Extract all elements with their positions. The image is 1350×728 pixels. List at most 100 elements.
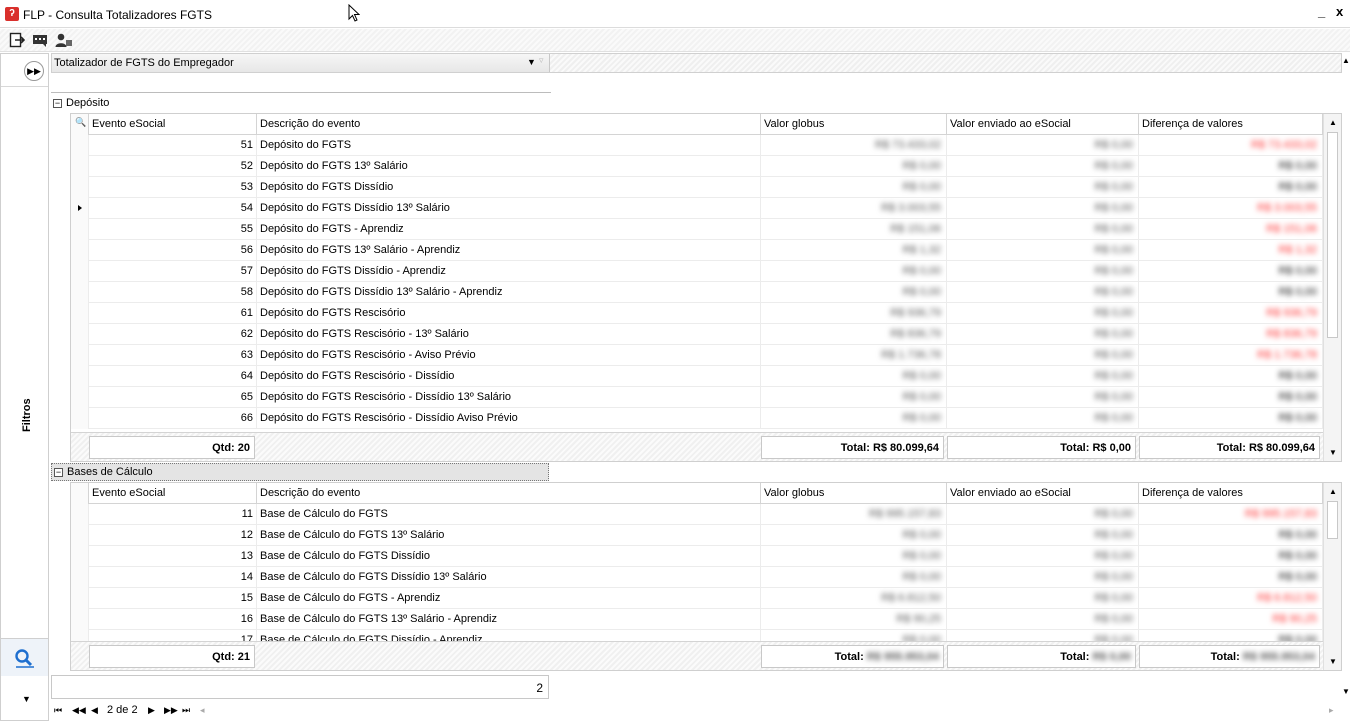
cell-valor-globus[interactable]: R$ 836,79 xyxy=(761,324,947,345)
filter-icon[interactable]: ▿ xyxy=(539,55,544,66)
cell-valor-globus[interactable]: R$ 0,00 xyxy=(761,525,947,546)
col-evento[interactable]: Evento eSocial xyxy=(89,114,257,135)
table-row[interactable]: 63 Depósito do FGTS Rescisório - Aviso Pr… xyxy=(71,345,1323,366)
cell-diferenca[interactable]: R$ 0,00 xyxy=(1139,261,1323,282)
cell-evento[interactable]: 55 xyxy=(89,219,257,240)
cell-evento[interactable]: 62 xyxy=(89,324,257,345)
table-row[interactable]: 53 Depósito do FGTS Dissídio R$ 0,00 R$ 0,0… xyxy=(71,177,1323,198)
cell-descricao[interactable]: Depósito do FGTS Rescisório xyxy=(257,303,761,324)
cell-descricao[interactable]: Depósito do FGTS 13º Salário - Aprendiz xyxy=(257,240,761,261)
bases-section-header[interactable]: − Bases de Cálculo xyxy=(51,463,549,481)
table-row[interactable]: 54 Depósito do FGTS Dissídio 13º Salário R… xyxy=(71,198,1323,219)
row-indicator[interactable] xyxy=(71,282,89,303)
cell-valor-globus[interactable]: R$ 936,79 xyxy=(761,303,947,324)
cell-descricao[interactable]: Base de Cálculo do FGTS xyxy=(257,504,761,525)
row-indicator[interactable] xyxy=(71,156,89,177)
cell-diferenca[interactable]: R$ 1.736,78 xyxy=(1139,345,1323,366)
row-indicator[interactable] xyxy=(71,303,89,324)
cell-valor-globus[interactable]: R$ 0,00 xyxy=(761,567,947,588)
row-indicator[interactable] xyxy=(71,198,89,219)
cell-diferenca[interactable]: R$ 936,79 xyxy=(1139,303,1323,324)
cell-diferenca[interactable]: R$ 0,00 xyxy=(1139,408,1323,429)
cell-valor-enviado[interactable]: R$ 0,00 xyxy=(947,261,1139,282)
cell-diferenca[interactable]: R$ 0,00 xyxy=(1139,366,1323,387)
row-indicator[interactable] xyxy=(71,408,89,429)
cell-descricao[interactable]: Base de Cálculo do FGTS Dissídio xyxy=(257,546,761,567)
cell-evento[interactable]: 58 xyxy=(89,282,257,303)
cell-valor-globus[interactable]: R$ 151,06 xyxy=(761,219,947,240)
cell-valor-enviado[interactable]: R$ 0,00 xyxy=(947,546,1139,567)
prev-page-icon[interactable]: ◀ xyxy=(91,705,98,716)
row-indicator[interactable] xyxy=(71,261,89,282)
row-indicator[interactable] xyxy=(71,177,89,198)
cell-evento[interactable]: 57 xyxy=(89,261,257,282)
cell-evento[interactable]: 53 xyxy=(89,177,257,198)
cell-descricao[interactable]: Depósito do FGTS Dissídio 13º Salário xyxy=(257,198,761,219)
cell-valor-enviado[interactable]: R$ 0,00 xyxy=(947,282,1139,303)
cell-valor-enviado[interactable]: R$ 0,00 xyxy=(947,366,1139,387)
cell-diferenca[interactable]: R$ 836,79 xyxy=(1139,324,1323,345)
table-row[interactable]: 55 Depósito do FGTS - Aprendiz R$ 151,06 R$… xyxy=(71,219,1323,240)
col-descricao[interactable]: Descrição do evento xyxy=(257,483,761,504)
cell-diferenca[interactable]: R$ 0,00 xyxy=(1139,546,1323,567)
cell-diferenca[interactable]: R$ 0,00 xyxy=(1139,282,1323,303)
cell-evento[interactable]: 13 xyxy=(89,546,257,567)
table-row[interactable]: 58 Depósito do FGTS Dissídio 13º Salário … xyxy=(71,282,1323,303)
cell-diferenca[interactable]: R$ 151,06 xyxy=(1139,219,1323,240)
cell-valor-enviado[interactable]: R$ 0,00 xyxy=(947,303,1139,324)
cell-evento[interactable]: 65 xyxy=(89,387,257,408)
row-indicator[interactable] xyxy=(71,609,89,630)
cell-evento[interactable]: 61 xyxy=(89,303,257,324)
cell-valor-globus[interactable]: R$ 1.736,78 xyxy=(761,345,947,366)
dropdown-arrow-icon[interactable]: ▼ xyxy=(527,57,536,67)
close-button[interactable]: x xyxy=(1336,4,1343,19)
cell-descricao[interactable]: Depósito do FGTS Rescisório - Aviso Prév… xyxy=(257,345,761,366)
cell-diferenca[interactable]: R$ 73.433,02 xyxy=(1139,135,1323,156)
cell-valor-enviado[interactable]: R$ 0,00 xyxy=(947,408,1139,429)
cell-evento[interactable]: 52 xyxy=(89,156,257,177)
collapse-icon[interactable]: − xyxy=(53,99,62,108)
cell-diferenca[interactable]: R$ 0,00 xyxy=(1139,156,1323,177)
table-row[interactable]: 62 Depósito do FGTS Rescisório - 13º Salá… xyxy=(71,324,1323,345)
search-button[interactable] xyxy=(1,638,48,676)
cell-descricao[interactable]: Base de Cálculo do FGTS - Aprendiz xyxy=(257,588,761,609)
cell-descricao[interactable]: Base de Cálculo do FGTS 13º Salário - Ap… xyxy=(257,609,761,630)
cell-descricao[interactable]: Depósito do FGTS Dissídio - Aprendiz xyxy=(257,261,761,282)
cell-descricao[interactable]: Depósito do FGTS Dissídio 13º Salário - … xyxy=(257,282,761,303)
cell-descricao[interactable]: Depósito do FGTS Rescisório - Dissídio A… xyxy=(257,408,761,429)
table-row[interactable]: 11 Base de Cálculo do FGTS R$ 995.157,83 R$… xyxy=(71,504,1323,525)
scroll-thumb[interactable] xyxy=(1327,132,1338,338)
scroll-up-icon[interactable]: ▲ xyxy=(1329,118,1337,127)
cell-diferenca[interactable]: R$ 90,25 xyxy=(1139,609,1323,630)
cell-evento[interactable]: 64 xyxy=(89,366,257,387)
col-valor-enviado[interactable]: Valor enviado ao eSocial xyxy=(947,114,1139,135)
table-row[interactable]: 64 Depósito do FGTS Rescisório - Dissídio… xyxy=(71,366,1323,387)
main-scrollbar[interactable]: ▲ ▼ xyxy=(1342,53,1350,721)
cell-valor-enviado[interactable]: R$ 0,00 xyxy=(947,198,1139,219)
cell-valor-globus[interactable]: R$ 0,00 xyxy=(761,366,947,387)
first-page-icon[interactable]: ⏮ xyxy=(54,705,62,716)
cell-valor-enviado[interactable]: R$ 0,00 xyxy=(947,567,1139,588)
cell-evento[interactable]: 54 xyxy=(89,198,257,219)
message-icon[interactable] xyxy=(32,32,50,49)
cell-valor-enviado[interactable]: R$ 0,00 xyxy=(947,240,1139,261)
table-row[interactable]: 16 Base de Cálculo do FGTS 13º Salário - … xyxy=(71,609,1323,630)
cell-valor-globus[interactable]: R$ 73.433,02 xyxy=(761,135,947,156)
cell-diferenca[interactable]: R$ 3.003,55 xyxy=(1139,198,1323,219)
table-row[interactable]: 12 Base de Cálculo do FGTS 13º Salário R$ … xyxy=(71,525,1323,546)
col-diferenca[interactable]: Diferença de valores xyxy=(1139,114,1323,135)
deposito-scrollbar[interactable]: ▲ ▼ xyxy=(1323,114,1341,461)
scroll-down-icon[interactable]: ▼ xyxy=(1329,657,1337,666)
cell-diferenca[interactable]: R$ 0,00 xyxy=(1139,525,1323,546)
bases-scrollbar[interactable]: ▲ ▼ xyxy=(1323,483,1341,670)
chevron-down-icon[interactable]: ▼ xyxy=(22,694,31,704)
cell-diferenca[interactable]: R$ 0,00 xyxy=(1139,567,1323,588)
cell-valor-enviado[interactable]: R$ 0,00 xyxy=(947,156,1139,177)
cell-valor-enviado[interactable]: R$ 0,00 xyxy=(947,345,1139,366)
cell-valor-globus[interactable]: R$ 3.003,55 xyxy=(761,198,947,219)
next-page-fast-icon[interactable]: ▶▶ xyxy=(164,705,178,716)
scroll-left-icon[interactable]: ◂ xyxy=(200,705,205,716)
col-valor-enviado[interactable]: Valor enviado ao eSocial xyxy=(947,483,1139,504)
row-indicator[interactable] xyxy=(71,588,89,609)
cell-valor-globus[interactable]: R$ 0,00 xyxy=(761,546,947,567)
